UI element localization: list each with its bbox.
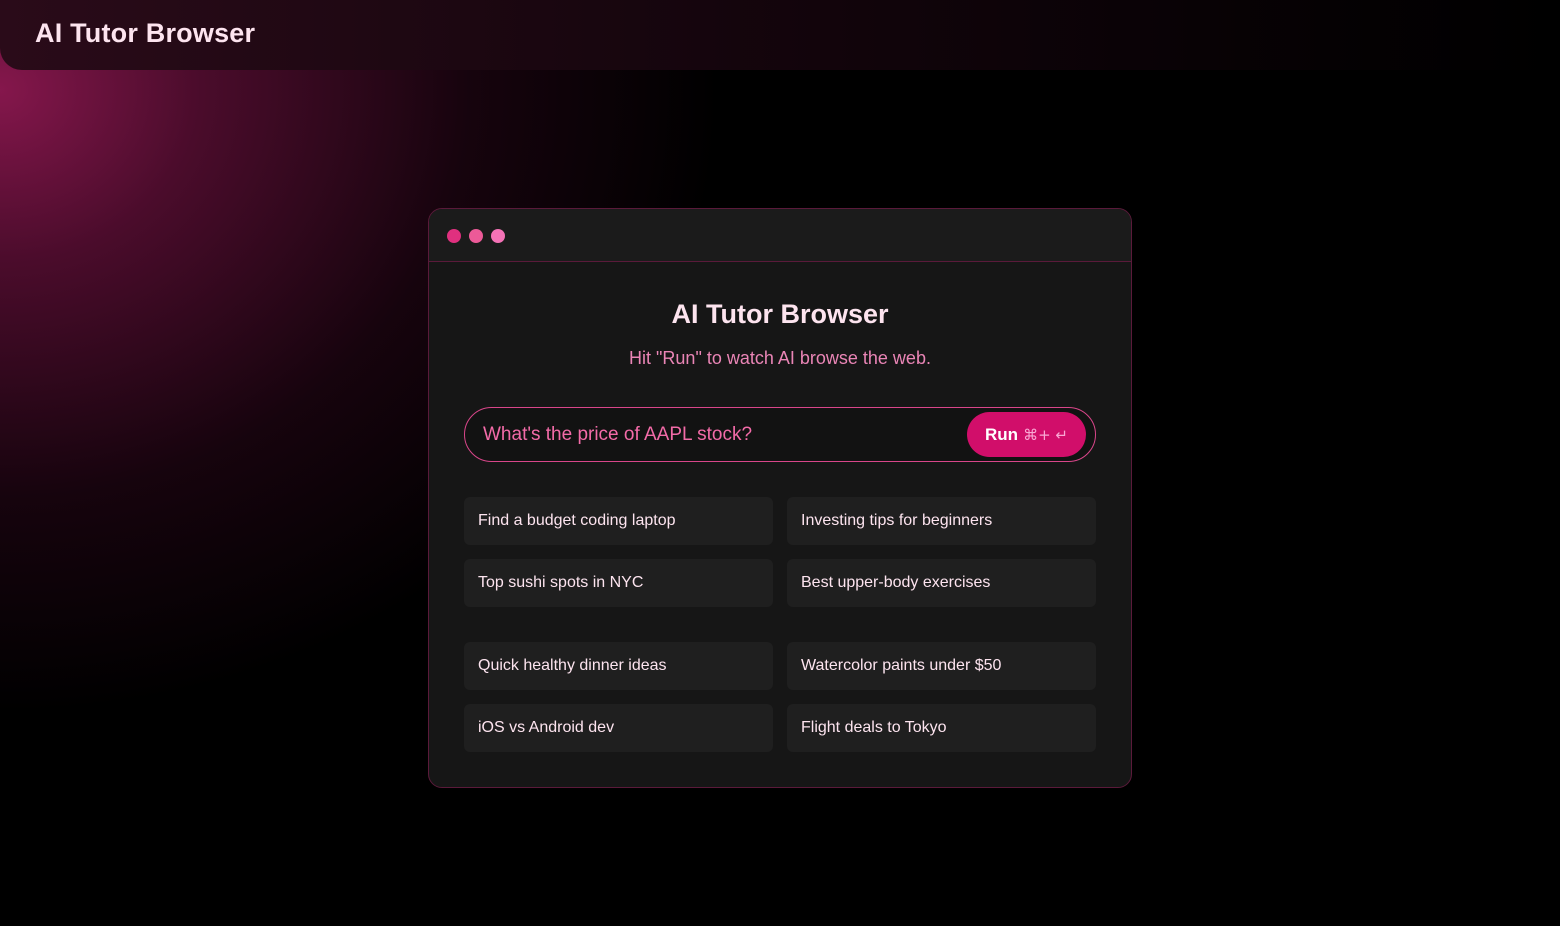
suggestion-chip[interactable]: iOS vs Android dev — [464, 704, 773, 752]
keyboard-shortcut-icon: ⌘+ ↵ — [1023, 425, 1068, 444]
suggestion-label: iOS vs Android dev — [478, 719, 615, 736]
suggestion-chip[interactable]: Flight deals to Tokyo — [787, 704, 1096, 752]
window-dot-light-icon[interactable] — [491, 229, 505, 243]
suggestion-chip[interactable]: Find a budget coding laptop — [464, 497, 773, 545]
suggestion-chip[interactable]: Top sushi spots in NYC — [464, 559, 773, 607]
suggestion-label: Best upper-body exercises — [801, 574, 991, 591]
suggestion-label: Flight deals to Tokyo — [801, 719, 947, 736]
app-title: AI Tutor Browser — [35, 18, 256, 48]
window-dot-red-icon[interactable] — [447, 229, 461, 243]
search-input[interactable] — [483, 408, 953, 461]
suggestion-chip[interactable]: Investing tips for beginners — [787, 497, 1096, 545]
suggestion-chip[interactable]: Watercolor paints under $50 — [787, 642, 1096, 690]
suggestion-label: Find a budget coding laptop — [478, 512, 676, 529]
suggestion-chip[interactable]: Best upper-body exercises — [787, 559, 1096, 607]
suggestion-chip[interactable]: Quick healthy dinner ideas — [464, 642, 773, 690]
top-bar: AI Tutor Browser — [0, 0, 1560, 70]
browser-window: AI Tutor Browser Hit "Run" to watch AI b… — [428, 208, 1132, 788]
search-bar: Run ⌘+ ↵ — [464, 407, 1096, 462]
run-button-label: Run — [985, 424, 1019, 444]
page-subtitle: Hit "Run" to watch AI browse the web. — [629, 348, 931, 368]
suggestion-grid: Find a budget coding laptop Investing ti… — [464, 497, 1096, 766]
window-titlebar — [429, 209, 1131, 262]
run-button[interactable]: Run ⌘+ ↵ — [967, 412, 1086, 457]
suggestion-label: Investing tips for beginners — [801, 512, 993, 529]
window-dot-mid-icon[interactable] — [469, 229, 483, 243]
suggestion-label: Watercolor paints under $50 — [801, 657, 1002, 674]
page-title: AI Tutor Browser — [671, 299, 889, 329]
suggestion-label: Quick healthy dinner ideas — [478, 657, 667, 674]
suggestion-label: Top sushi spots in NYC — [478, 574, 644, 591]
